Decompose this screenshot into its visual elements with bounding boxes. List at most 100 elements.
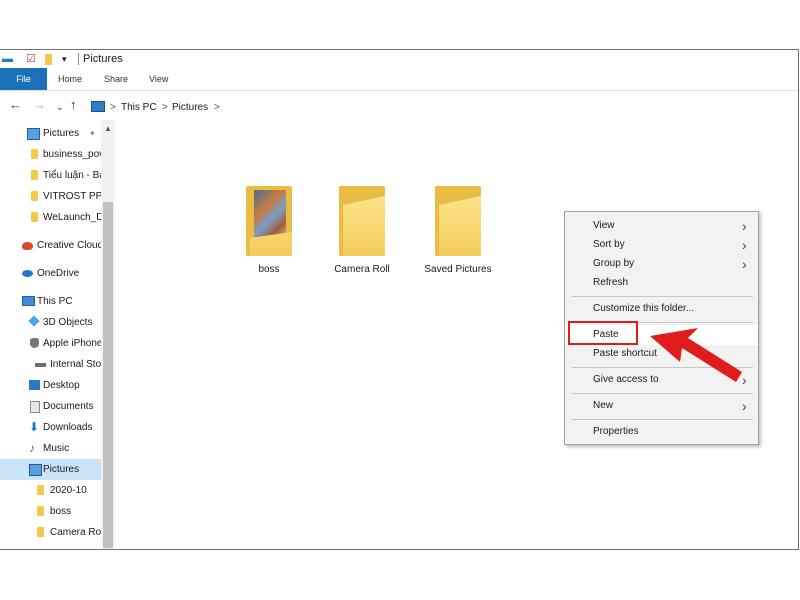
sidebar-item-business-pov[interactable]: business_pov <box>0 144 101 165</box>
drive-icon <box>35 363 46 367</box>
folder-icon <box>31 191 38 201</box>
sidebar-item-this-pc[interactable]: This PC <box>0 291 101 312</box>
menu-item-label: Group by <box>593 258 635 269</box>
folder-icon <box>37 485 44 495</box>
sidebar-item-boss[interactable]: boss <box>0 501 101 522</box>
creative-cloud-icon <box>22 242 33 250</box>
chevron-right-icon: › <box>742 256 747 272</box>
folder-icon <box>31 170 38 180</box>
music-icon: ♪ <box>29 441 35 455</box>
menu-item-properties[interactable]: Properties <box>565 422 758 442</box>
address-input[interactable]: > This PC > Pictures > <box>86 94 791 116</box>
menu-item-group-by[interactable]: Group by › <box>565 254 758 274</box>
folder-icon <box>31 149 38 159</box>
quick-access-dropdown-icon[interactable]: ▾ <box>62 53 67 65</box>
sidebar-item-documents[interactable]: Documents <box>0 396 101 417</box>
breadcrumb-pictures[interactable]: Pictures <box>172 102 208 114</box>
sidebar-item-vitrost-ppt[interactable]: VITROST PPT <box>0 186 101 207</box>
menu-item-label: Give access to <box>593 374 659 385</box>
sidebar-item-label: business_pov <box>43 149 101 160</box>
menu-item-label: Sort by <box>593 239 625 250</box>
arrow-shape <box>650 328 742 382</box>
breadcrumb-separator: > <box>110 102 116 113</box>
sidebar-item-label: Desktop <box>43 380 80 391</box>
iphone-icon <box>30 338 39 348</box>
title-separator <box>78 53 79 65</box>
sidebar-item-pictures-quick[interactable]: Pictures ✦ <box>0 123 101 144</box>
sidebar-item-downloads[interactable]: ⬇ Downloads <box>0 417 101 438</box>
folder-name: Saved Pictures <box>424 264 492 275</box>
title-bar: ▬ ☑ ▾ Pictures <box>0 50 798 68</box>
downloads-icon: ⬇ <box>29 420 40 434</box>
sidebar-item-label: VITROST PPT <box>43 191 101 202</box>
sidebar-item-2020-10[interactable]: 2020-10 <box>0 480 101 501</box>
folder-icon <box>31 212 38 222</box>
tab-file[interactable]: File <box>0 68 47 90</box>
sidebar-item-apple-iphone[interactable]: Apple iPhone <box>0 333 101 354</box>
menu-item-view[interactable]: View › <box>565 216 758 236</box>
menu-item-label: Paste shortcut <box>593 348 657 359</box>
sidebar-item-label: 2020-10 <box>50 485 87 496</box>
sidebar-item-camera-roll[interactable]: Camera Rol <box>0 522 101 543</box>
tab-view[interactable]: View <box>149 68 168 90</box>
folder-icon <box>37 506 44 516</box>
sidebar-item-label: Apple iPhone <box>43 338 101 349</box>
this-pc-icon <box>22 296 35 306</box>
menu-separator <box>572 419 753 420</box>
sidebar-item-label: Documents <box>43 401 94 412</box>
folder-saved-pictures[interactable]: Saved Pictures <box>408 186 508 282</box>
recent-dropdown-icon[interactable]: ⌄ <box>56 99 64 115</box>
folder-boss[interactable]: boss <box>219 186 319 282</box>
sidebar-item-creative-cloud[interactable]: Creative Cloud <box>0 235 101 256</box>
pictures-icon <box>27 128 40 140</box>
up-arrow-icon[interactable]: ↑ <box>70 97 77 113</box>
folder-icon <box>246 186 292 256</box>
menu-separator <box>572 393 753 394</box>
navigation-bar: ← → ⌄ ↑ > This PC > Pictures > <box>0 91 798 119</box>
sidebar-item-label: 3D Objects <box>43 317 93 328</box>
ribbon-tabs: File Home Share View <box>0 68 798 91</box>
properties-icon[interactable]: ☑ <box>26 53 36 65</box>
menu-item-new[interactable]: New › <box>565 396 758 416</box>
new-folder-icon[interactable] <box>45 54 52 65</box>
sidebar-item-welaunch[interactable]: WeLaunch_D <box>0 207 101 228</box>
folder-camera-roll[interactable]: Camera Roll <box>312 186 412 282</box>
sidebar-item-pictures[interactable]: Pictures <box>0 459 101 480</box>
menu-item-customize-folder[interactable]: Customize this folder... <box>565 299 758 319</box>
pin-icon: ✦ <box>89 129 96 138</box>
chevron-right-icon: › <box>742 218 747 234</box>
sidebar-item-label: Pictures <box>43 128 80 139</box>
back-arrow-icon[interactable]: ← <box>9 97 22 113</box>
documents-icon <box>30 401 40 413</box>
breadcrumb-separator: > <box>162 102 168 113</box>
this-pc-icon <box>91 101 105 112</box>
sidebar-item-label: Music <box>43 443 70 454</box>
menu-item-refresh[interactable]: Refresh <box>565 273 758 293</box>
sidebar-item-label: Creative Cloud <box>37 240 101 251</box>
sidebar-item-onedrive[interactable]: OneDrive <box>0 263 101 284</box>
sidebar-item-3d-objects[interactable]: 3D Objects <box>0 312 101 333</box>
sidebar-item-tieu-luan[interactable]: Tiểu luận - Bả <box>0 165 101 186</box>
sidebar-item-internal-storage[interactable]: Internal Sto <box>0 354 101 375</box>
pictures-icon <box>29 464 42 476</box>
folder-icon <box>37 527 44 537</box>
tab-home[interactable]: Home <box>58 68 82 90</box>
chevron-right-icon: › <box>742 398 747 414</box>
menu-item-label: View <box>593 220 615 231</box>
sidebar-item-label: OneDrive <box>37 268 80 279</box>
sidebar-scrollbar[interactable]: ▲ <box>101 120 115 549</box>
breadcrumb-separator[interactable]: > <box>214 102 220 113</box>
3d-objects-icon <box>28 315 40 327</box>
sidebar-item-label: boss <box>50 506 72 517</box>
sidebar-item-label: This PC <box>37 296 73 307</box>
menu-item-label: Customize this folder... <box>593 303 695 314</box>
tab-share[interactable]: Share <box>104 68 128 90</box>
sidebar-item-music[interactable]: ♪ Music <box>0 438 101 459</box>
folder-icon <box>339 186 385 256</box>
scroll-up-icon[interactable]: ▲ <box>104 124 112 133</box>
menu-item-sort-by[interactable]: Sort by › <box>565 235 758 255</box>
forward-arrow-icon[interactable]: → <box>33 97 46 113</box>
sidebar-item-desktop[interactable]: Desktop <box>0 375 101 396</box>
scrollbar-thumb[interactable] <box>103 202 113 548</box>
breadcrumb-this-pc[interactable]: This PC <box>121 102 157 114</box>
